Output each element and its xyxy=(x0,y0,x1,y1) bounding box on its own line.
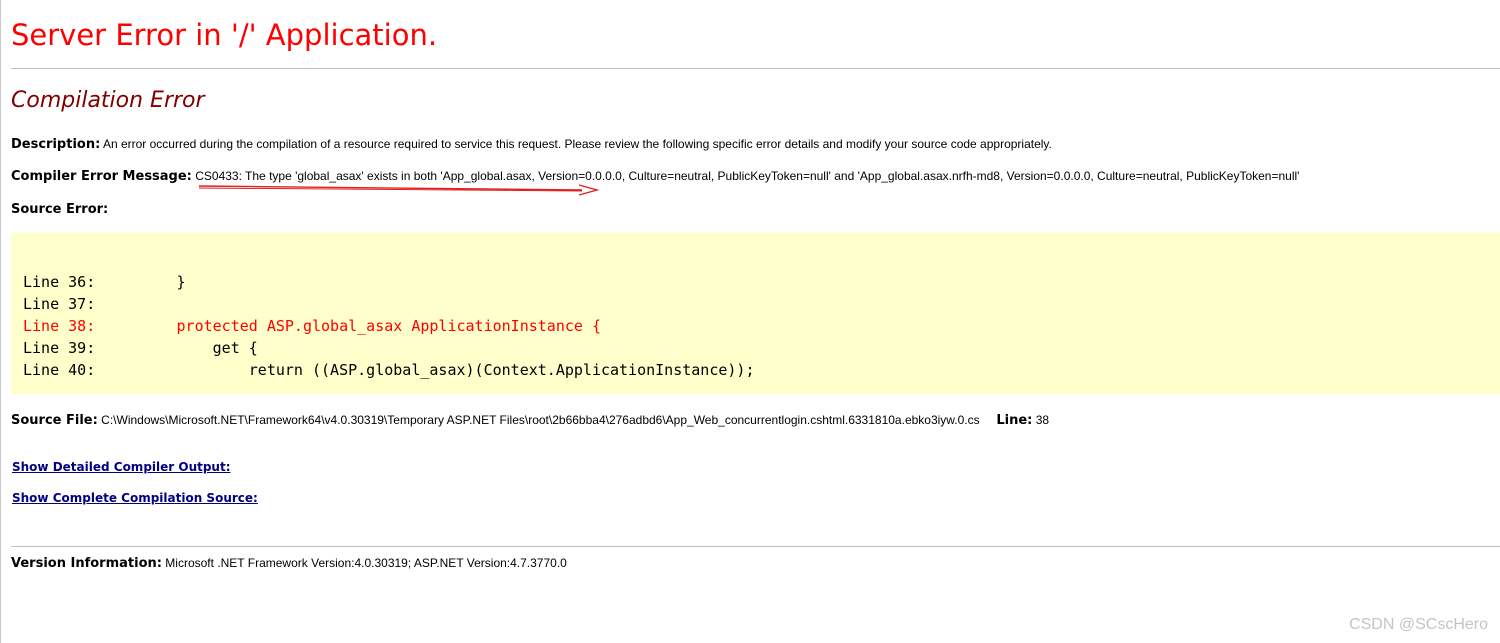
description-text: An error occurred during the compilation… xyxy=(102,137,1052,151)
source-file-label: Source File: xyxy=(11,413,98,428)
version-info-row: Version Information: Microsoft .NET Fram… xyxy=(11,555,567,572)
annotation-arrow-icon xyxy=(198,184,600,196)
source-error-label: Source Error: xyxy=(11,202,109,217)
section-title: Compilation Error xyxy=(11,88,205,113)
description-label: Description: xyxy=(11,137,101,152)
show-detailed-compiler-output-link[interactable]: Show Detailed Compiler Output: xyxy=(12,460,231,474)
show-complete-compilation-source-link[interactable]: Show Complete Compilation Source: xyxy=(12,491,258,505)
code-line: Line 37: xyxy=(23,295,96,313)
top-divider xyxy=(11,68,1500,69)
code-line: Line 40: return ((ASP.global_asax)(Conte… xyxy=(23,361,755,379)
page-title: Server Error in '/' Application. xyxy=(11,18,438,52)
source-line-number: 38 xyxy=(1035,413,1050,427)
source-file-row: Source File: C:\Windows\Microsoft.NET\Fr… xyxy=(11,412,1049,429)
version-info-label: Version Information: xyxy=(11,556,162,571)
source-line-label: Line: xyxy=(996,413,1033,428)
watermark: CSDN @SCscHero xyxy=(1349,616,1488,633)
code-line: Line 39: get { xyxy=(23,339,258,357)
version-info-text: Microsoft .NET Framework Version:4.0.303… xyxy=(165,556,567,570)
description-row: Description: An error occurred during th… xyxy=(11,136,1052,153)
compiler-error-text: CS0433: The type 'global_asax' exists in… xyxy=(195,169,1300,183)
source-code-block: Line 36: } Line 37: Line 38: protected A… xyxy=(11,233,1500,394)
source-error-row: Source Error: xyxy=(11,201,108,218)
code-line: Line 36: } xyxy=(23,273,186,291)
code-line-error: Line 38: protected ASP.global_asax Appli… xyxy=(23,317,601,335)
compiler-error-label: Compiler Error Message: xyxy=(11,169,192,184)
bottom-divider xyxy=(11,546,1500,547)
source-file-path: C:\Windows\Microsoft.NET\Framework64\v4.… xyxy=(101,413,980,427)
